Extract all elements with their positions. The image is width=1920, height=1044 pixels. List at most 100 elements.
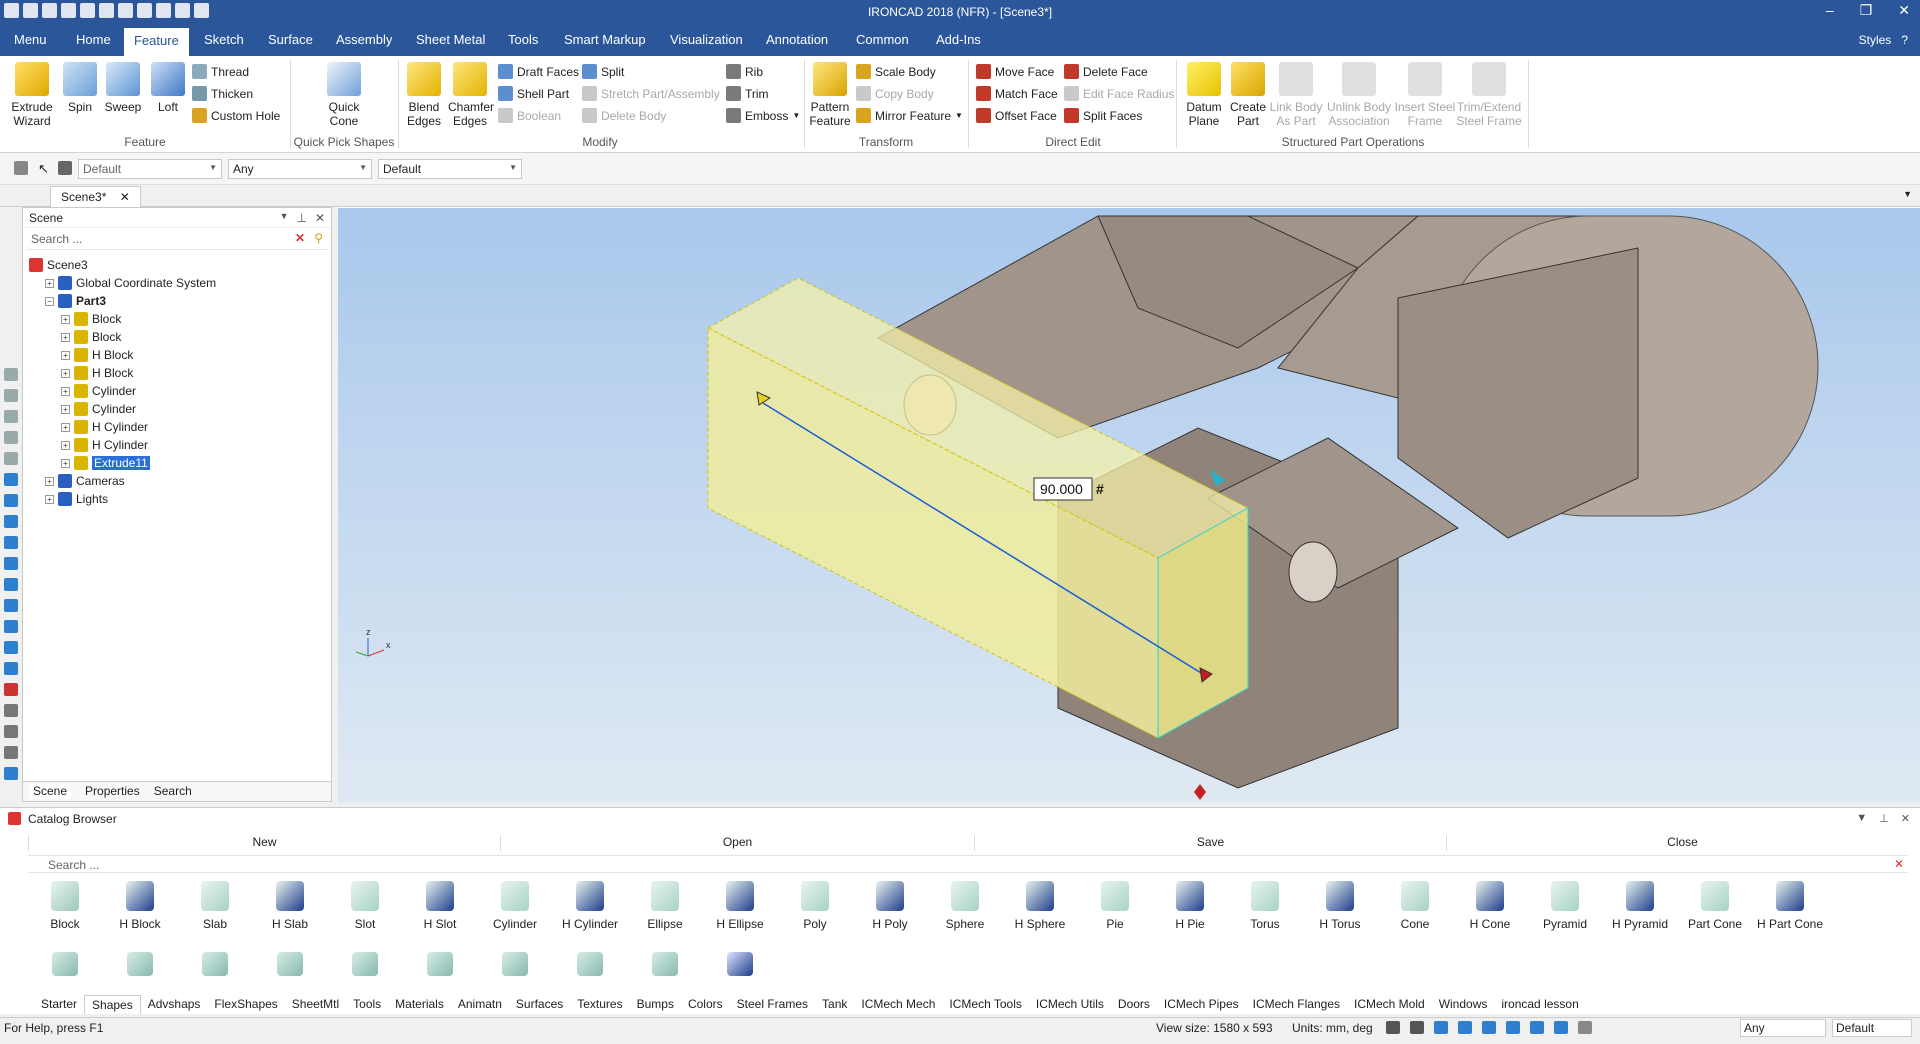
catalog-tab[interactable]: Doors: [1111, 995, 1157, 1014]
catalog-tab[interactable]: Starter: [34, 995, 84, 1014]
split-faces-button[interactable]: Split Faces: [1064, 108, 1142, 123]
catalog-shape-item[interactable]: H Slot: [403, 881, 477, 931]
scale-body-button[interactable]: Scale Body: [856, 64, 936, 79]
tab-assembly[interactable]: Assembly: [326, 30, 402, 49]
expand-toggle-icon[interactable]: +: [61, 350, 70, 360]
expand-toggle-icon[interactable]: +: [61, 332, 70, 342]
close-icon[interactable]: ✕: [1901, 812, 1910, 825]
dimension-value[interactable]: 90.000: [1040, 481, 1083, 497]
select-mode-icon[interactable]: [58, 161, 72, 175]
tool-icon[interactable]: [4, 368, 18, 381]
expand-toggle-icon[interactable]: +: [61, 386, 70, 396]
tool-icon[interactable]: [4, 452, 18, 465]
tab-search[interactable]: Search: [154, 784, 192, 799]
tree-node[interactable]: + Cameras: [45, 472, 125, 490]
copy-body-button[interactable]: Copy Body: [856, 86, 934, 101]
view-icon[interactable]: [1530, 1021, 1544, 1034]
tab-common[interactable]: Common: [846, 30, 919, 49]
offset-face-button[interactable]: Offset Face: [976, 108, 1057, 123]
pattern-feature-button[interactable]: Pattern Feature: [808, 62, 852, 128]
catalog-shape-item[interactable]: H Torus: [1303, 881, 1377, 931]
catalog-shape-item[interactable]: Ellipse: [628, 881, 702, 931]
status-style-combo[interactable]: Default: [1832, 1019, 1912, 1037]
tab-scene[interactable]: Scene: [29, 784, 72, 799]
select-icon[interactable]: [1578, 1021, 1592, 1034]
tool-icon[interactable]: [4, 641, 18, 654]
catalog-tab[interactable]: ICMech Mold: [1347, 995, 1432, 1014]
part-right-arm[interactable]: [1397, 247, 1639, 539]
loft-button[interactable]: Loft: [148, 62, 188, 114]
tree-node[interactable]: + H Block: [61, 364, 133, 382]
tool-icon[interactable]: [4, 599, 18, 612]
catalog-tab[interactable]: Bumps: [630, 995, 681, 1014]
catalog-shape-item[interactable]: H Cone: [1453, 881, 1527, 931]
catalog-shape-item[interactable]: Pyramid: [1528, 881, 1602, 931]
catalog-close-button[interactable]: Close: [1446, 835, 1918, 851]
catalog-tab[interactable]: ICMech Tools: [942, 995, 1028, 1014]
catalog-tab[interactable]: ICMech Mech: [854, 995, 942, 1014]
catalog-shape-item[interactable]: [28, 952, 102, 976]
catalog-tab[interactable]: Tank: [815, 995, 854, 1014]
catalog-shape-item[interactable]: [328, 952, 402, 976]
split-button[interactable]: Split: [582, 64, 624, 79]
catalog-tab[interactable]: Tools: [346, 995, 388, 1014]
minimize-button[interactable]: –: [1826, 2, 1834, 19]
catalog-search-input[interactable]: Search ... ✕: [28, 855, 1908, 873]
tool-icon[interactable]: [4, 578, 18, 591]
link-body-button[interactable]: Link Body As Part: [1268, 62, 1324, 128]
tool-icon[interactable]: [4, 536, 18, 549]
expand-toggle-icon[interactable]: +: [45, 494, 54, 504]
tree-node[interactable]: + Extrude11: [61, 454, 150, 472]
quick-cone-button[interactable]: Quick Cone: [320, 62, 368, 128]
tool-icon[interactable]: [4, 410, 18, 423]
expand-toggle-icon[interactable]: +: [61, 368, 70, 378]
tree-node[interactable]: Scene3: [29, 256, 88, 274]
tab-smart-markup[interactable]: Smart Markup: [554, 30, 656, 49]
tree-node[interactable]: + Cylinder: [61, 382, 136, 400]
chevron-down-icon[interactable]: ▼: [1856, 812, 1867, 825]
thread-button[interactable]: Thread: [192, 64, 249, 79]
tree-node[interactable]: + Cylinder: [61, 400, 136, 418]
catalog-shape-item[interactable]: H Pyramid: [1603, 881, 1677, 931]
catalog-shape-item[interactable]: H Sphere: [1003, 881, 1077, 931]
catalog-tab[interactable]: Windows: [1432, 995, 1495, 1014]
stretch-button[interactable]: Stretch Part/Assembly: [582, 86, 720, 101]
expand-toggle-icon[interactable]: +: [61, 404, 70, 414]
catalog-shape-item[interactable]: [628, 952, 702, 976]
catalog-open-button[interactable]: Open: [500, 835, 974, 851]
close-button[interactable]: ✕: [1898, 2, 1910, 19]
tool-icon[interactable]: [4, 557, 18, 570]
document-tab-scene3[interactable]: Scene3* ✕: [50, 186, 141, 207]
catalog-tab[interactable]: ironcad lesson: [1494, 995, 1585, 1014]
zoom-fit-icon[interactable]: [1410, 1021, 1424, 1034]
catalog-shape-item[interactable]: [703, 952, 777, 976]
tool-icon[interactable]: [4, 515, 18, 528]
clear-search-icon[interactable]: ✕: [1894, 857, 1904, 871]
part-hole-2[interactable]: [1288, 541, 1338, 603]
catalog-shape-item[interactable]: Slab: [178, 881, 252, 931]
close-icon[interactable]: ✕: [315, 211, 325, 225]
shade-icon[interactable]: [1482, 1021, 1496, 1034]
blend-edges-button[interactable]: Blend Edges: [402, 62, 446, 128]
tab-tools[interactable]: Tools: [498, 30, 548, 49]
tree-node[interactable]: + H Cylinder: [61, 436, 148, 454]
shell-part-button[interactable]: Shell Part: [498, 86, 569, 101]
tool-icon[interactable]: [4, 389, 18, 402]
catalog-tab[interactable]: Textures: [570, 995, 629, 1014]
style-combo[interactable]: Default ▼: [78, 159, 222, 179]
filter-icon[interactable]: ⚲: [314, 231, 323, 245]
expand-toggle-icon[interactable]: +: [45, 476, 54, 486]
custom-hole-button[interactable]: Custom Hole: [192, 108, 280, 123]
pin-icon[interactable]: ⊥: [1879, 812, 1889, 825]
tree-node[interactable]: + H Block: [61, 346, 133, 364]
boolean-button[interactable]: Boolean: [498, 108, 561, 123]
tab-visualization[interactable]: Visualization: [660, 30, 753, 49]
catalog-tab[interactable]: Shapes: [84, 995, 141, 1014]
catalog-shape-item[interactable]: Pie: [1078, 881, 1152, 931]
tab-sketch[interactable]: Sketch: [194, 30, 254, 49]
dimension-hash[interactable]: #: [1096, 481, 1104, 497]
insert-steel-frame-button[interactable]: Insert Steel Frame: [1394, 62, 1456, 128]
catalog-shape-item[interactable]: Torus: [1228, 881, 1302, 931]
catalog-tab[interactable]: Advshaps: [141, 995, 208, 1014]
tool-icon[interactable]: [4, 704, 18, 717]
